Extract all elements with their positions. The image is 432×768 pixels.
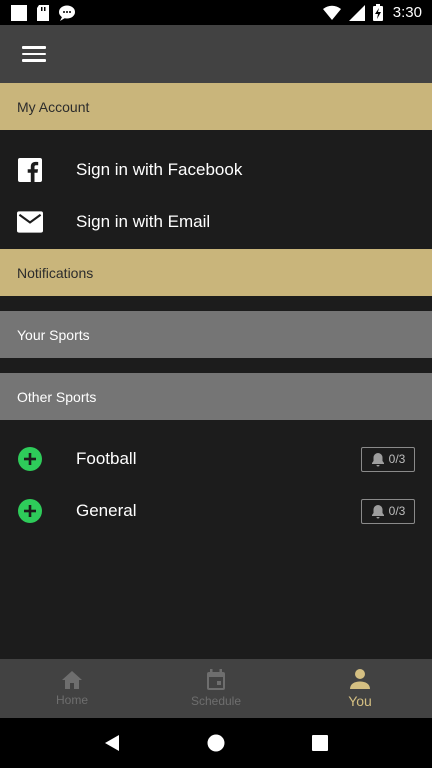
hamburger-menu-icon[interactable]	[22, 44, 46, 64]
status-bar: 3:30	[0, 0, 432, 25]
notification-count-button[interactable]: 0/3	[361, 446, 415, 472]
email-icon	[17, 209, 43, 235]
sign-in-email-button[interactable]: Sign in with Email	[0, 197, 432, 247]
sign-in-email-label: Sign in with Email	[76, 212, 211, 231]
add-circle-icon[interactable]	[17, 498, 43, 524]
tab-schedule[interactable]: Schedule	[144, 659, 288, 718]
signal-icon	[348, 4, 365, 21]
sport-name: General	[76, 501, 137, 520]
system-navigation-bar	[0, 718, 432, 768]
sd-card-icon	[37, 4, 49, 21]
back-triangle-icon	[105, 735, 119, 751]
notification-count: 0/3	[388, 504, 406, 518]
list-item-sport-general: General 0/3	[0, 486, 432, 536]
list-item-sport-football: Football 0/3	[0, 434, 432, 484]
sign-in-facebook-label: Sign in with Facebook	[76, 160, 243, 179]
recents-button[interactable]	[300, 723, 340, 763]
back-button[interactable]	[92, 723, 132, 763]
add-circle-icon[interactable]	[17, 446, 43, 472]
calendar-icon	[207, 669, 225, 690]
battery-charging-icon	[372, 4, 383, 21]
section-your-sports-label: Your Sports	[17, 326, 90, 343]
bell-icon	[371, 504, 384, 518]
bottom-navigation: Home Schedule You	[0, 659, 432, 718]
home-circle-icon	[207, 734, 225, 752]
tab-you-label: You	[348, 693, 372, 709]
sport-name: Football	[76, 449, 137, 468]
account-content: My Account Sign in with Facebook Sign in…	[0, 83, 432, 659]
notification-count-button[interactable]: 0/3	[361, 498, 415, 524]
facebook-icon	[17, 157, 43, 183]
notification-count: 0/3	[388, 452, 406, 466]
section-your-sports: Your Sports	[0, 311, 432, 358]
notification-square-icon	[11, 4, 27, 21]
recents-square-icon	[312, 735, 328, 751]
tab-home[interactable]: Home	[0, 659, 144, 718]
home-system-button[interactable]	[196, 723, 236, 763]
section-other-sports: Other Sports	[0, 373, 432, 420]
section-notifications: Notifications	[0, 249, 432, 296]
status-time: 3:30	[392, 4, 422, 21]
person-icon	[350, 669, 370, 689]
section-my-account-label: My Account	[17, 98, 90, 115]
home-icon	[62, 671, 82, 689]
tab-schedule-label: Schedule	[190, 694, 242, 708]
app-bar	[0, 25, 432, 83]
section-other-sports-label: Other Sports	[17, 388, 97, 405]
bell-icon	[371, 452, 384, 466]
message-icon	[59, 5, 75, 21]
tab-home-label: Home	[55, 693, 88, 707]
section-my-account: My Account	[0, 83, 432, 130]
wifi-icon	[322, 5, 341, 20]
section-notifications-label: Notifications	[17, 264, 94, 281]
sign-in-facebook-button[interactable]: Sign in with Facebook	[0, 145, 432, 195]
tab-you[interactable]: You	[288, 659, 432, 718]
